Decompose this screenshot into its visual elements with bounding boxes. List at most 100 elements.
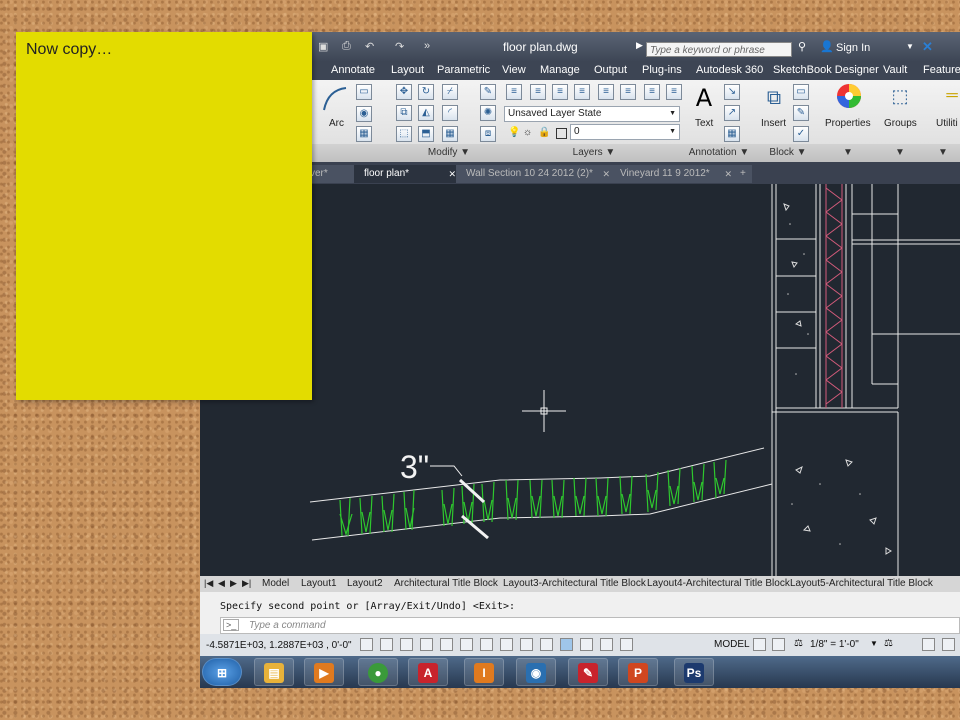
new-tab-button[interactable]: + bbox=[736, 165, 752, 183]
doc-tab-vineyard[interactable]: Vineyard 11 9 2012* ✕ bbox=[610, 165, 738, 183]
properties-panel-dropdown[interactable]: ▼ bbox=[822, 144, 875, 162]
osnap-icon[interactable] bbox=[460, 638, 473, 651]
chevron-down-icon[interactable]: ▼ bbox=[870, 639, 878, 648]
tab-layout3[interactable]: Layout3-Architectural Title Block bbox=[503, 578, 646, 589]
layer-select[interactable]: 0 ▼ bbox=[570, 124, 680, 140]
expand-icon[interactable]: » bbox=[424, 40, 430, 52]
tab-plug-ins[interactable]: Plug-ins bbox=[642, 64, 682, 76]
3d-osnap-icon[interactable] bbox=[480, 638, 493, 651]
copy-icon[interactable]: ⧉ bbox=[396, 105, 412, 121]
groups-icon[interactable]: ⬚ bbox=[886, 82, 914, 110]
offset-icon[interactable]: ⧈ bbox=[480, 126, 496, 142]
toolbar-lock-icon[interactable] bbox=[942, 638, 955, 651]
layer-icon[interactable]: ≡ bbox=[644, 84, 660, 100]
first-layout-icon[interactable]: |◀ bbox=[204, 578, 213, 589]
undo-icon[interactable]: ↶ bbox=[365, 40, 374, 53]
annotation-panel-label[interactable]: Annotation ▼ bbox=[684, 144, 755, 162]
close-icon[interactable]: ✕ bbox=[448, 165, 456, 183]
array-icon[interactable]: ▦ bbox=[442, 126, 458, 142]
save-icon[interactable]: ▣ bbox=[318, 40, 328, 53]
layer-icon[interactable]: ≡ bbox=[620, 84, 636, 100]
trim-icon[interactable]: ⌿ bbox=[442, 84, 458, 100]
insert-icon[interactable]: ⧉ bbox=[760, 84, 788, 112]
layers-panel-label[interactable]: Layers ▼ bbox=[504, 144, 685, 162]
ellipse-icon[interactable]: ◉ bbox=[356, 106, 372, 122]
layer-icon[interactable]: ≡ bbox=[598, 84, 614, 100]
rectangle-icon[interactable]: ▭ bbox=[356, 84, 372, 100]
tab-layout1[interactable]: Layout1 bbox=[301, 578, 337, 589]
transparency-icon[interactable] bbox=[580, 638, 593, 651]
command-prompt-icon[interactable]: >_ bbox=[223, 619, 240, 631]
scale-icon[interactable]: ⬒ bbox=[418, 126, 434, 142]
tab-layout2[interactable]: Layout2 bbox=[347, 578, 383, 589]
modify-panel-label[interactable]: Modify ▼ bbox=[394, 144, 505, 162]
workspace-switching-icon[interactable] bbox=[922, 638, 935, 651]
taskbar-file-explorer[interactable]: ▤ bbox=[254, 658, 294, 686]
dyn-icon[interactable] bbox=[540, 638, 553, 651]
taskbar-acrobat[interactable]: ✎ bbox=[568, 658, 608, 686]
tab-vault[interactable]: Vault bbox=[883, 64, 907, 76]
infer-constraints-icon[interactable] bbox=[360, 638, 373, 651]
tab-sketchbook-designer[interactable]: SketchBook Designer bbox=[773, 64, 879, 76]
sign-in-button[interactable]: Sign In bbox=[836, 42, 870, 54]
quick-view-drawings-icon[interactable] bbox=[772, 638, 785, 651]
text-icon[interactable]: A bbox=[690, 84, 718, 112]
tab-manage[interactable]: Manage bbox=[540, 64, 580, 76]
hatch-icon[interactable]: ▦ bbox=[356, 126, 372, 142]
exchange-icon[interactable]: ✕ bbox=[922, 39, 933, 55]
next-layout-icon[interactable]: ▶ bbox=[230, 578, 237, 589]
taskbar-inventor[interactable]: I bbox=[464, 658, 504, 686]
mirror-icon[interactable]: ◭ bbox=[418, 105, 434, 121]
lightbulb-icon[interactable]: 💡 bbox=[508, 127, 520, 138]
doc-tab-floor-plan[interactable]: floor plan* ✕ bbox=[354, 165, 462, 183]
lock-icon[interactable]: 🔒 bbox=[538, 127, 550, 138]
model-button[interactable]: MODEL bbox=[714, 639, 750, 650]
snap-icon[interactable] bbox=[380, 638, 393, 651]
create-block-icon[interactable]: ▭ bbox=[793, 84, 809, 100]
attribute-icon[interactable]: ✓ bbox=[793, 126, 809, 142]
fillet-icon[interactable]: ◜ bbox=[442, 105, 458, 121]
tab-layout5[interactable]: Layout5-Architectural Title Block bbox=[790, 578, 933, 589]
print-icon[interactable]: ⎙ bbox=[342, 40, 351, 53]
draw-panel-label[interactable] bbox=[300, 144, 395, 162]
explode-icon[interactable]: ✺ bbox=[480, 105, 496, 121]
taskbar-media-player[interactable]: ▶ bbox=[304, 658, 344, 686]
block-panel-label[interactable]: Block ▼ bbox=[754, 144, 823, 162]
tab-model[interactable]: Model bbox=[262, 578, 289, 589]
taskbar-autocad[interactable]: A bbox=[408, 658, 448, 686]
tab-layout[interactable]: Layout bbox=[391, 64, 424, 76]
erase-icon[interactable]: ✎ bbox=[480, 84, 496, 100]
start-button[interactable]: ⊞ bbox=[202, 658, 242, 686]
lineweight-icon[interactable] bbox=[560, 638, 573, 651]
leader-icon[interactable]: ↗ bbox=[724, 105, 740, 121]
taskbar-photoshop[interactable]: Ps bbox=[674, 658, 714, 686]
tab-parametric[interactable]: Parametric bbox=[437, 64, 490, 76]
groups-panel-dropdown[interactable]: ▼ bbox=[874, 144, 927, 162]
table-icon[interactable]: ▦ bbox=[724, 126, 740, 142]
binoculars-icon[interactable]: ⚲ bbox=[798, 40, 806, 53]
user-icon[interactable]: 👤 bbox=[820, 40, 834, 53]
arc-icon[interactable] bbox=[320, 84, 350, 114]
layer-state-select[interactable]: Unsaved Layer State ▼ bbox=[504, 106, 680, 122]
dimension-icon[interactable]: ↘ bbox=[724, 84, 740, 100]
polar-icon[interactable] bbox=[440, 638, 453, 651]
chevron-down-icon[interactable]: ▼ bbox=[906, 42, 914, 51]
command-input[interactable]: >_ Type a command bbox=[220, 617, 960, 634]
annotation-scale-icon[interactable]: ⚖ bbox=[794, 638, 803, 649]
tab-output[interactable]: Output bbox=[594, 64, 627, 76]
drawing-canvas[interactable]: 3" bbox=[200, 184, 960, 576]
edit-block-icon[interactable]: ✎ bbox=[793, 105, 809, 121]
taskbar-powerpoint[interactable]: P bbox=[618, 658, 658, 686]
layer-icon[interactable]: ≡ bbox=[530, 84, 546, 100]
annotation-visibility-icon[interactable]: ⚖ bbox=[884, 638, 893, 649]
move-icon[interactable]: ✥ bbox=[396, 84, 412, 100]
otrack-icon[interactable] bbox=[500, 638, 513, 651]
taskbar-chrome[interactable]: ● bbox=[358, 658, 398, 686]
close-icon[interactable]: ✕ bbox=[724, 165, 732, 183]
stretch-icon[interactable]: ⬚ bbox=[396, 126, 412, 142]
ruler-icon[interactable]: ═ bbox=[938, 82, 960, 110]
ducs-icon[interactable] bbox=[520, 638, 533, 651]
tab-layout4[interactable]: Layout4-Architectural Title Block bbox=[647, 578, 790, 589]
last-layout-icon[interactable]: ▶| bbox=[242, 578, 251, 589]
tab-featured[interactable]: Featured bbox=[923, 64, 960, 76]
